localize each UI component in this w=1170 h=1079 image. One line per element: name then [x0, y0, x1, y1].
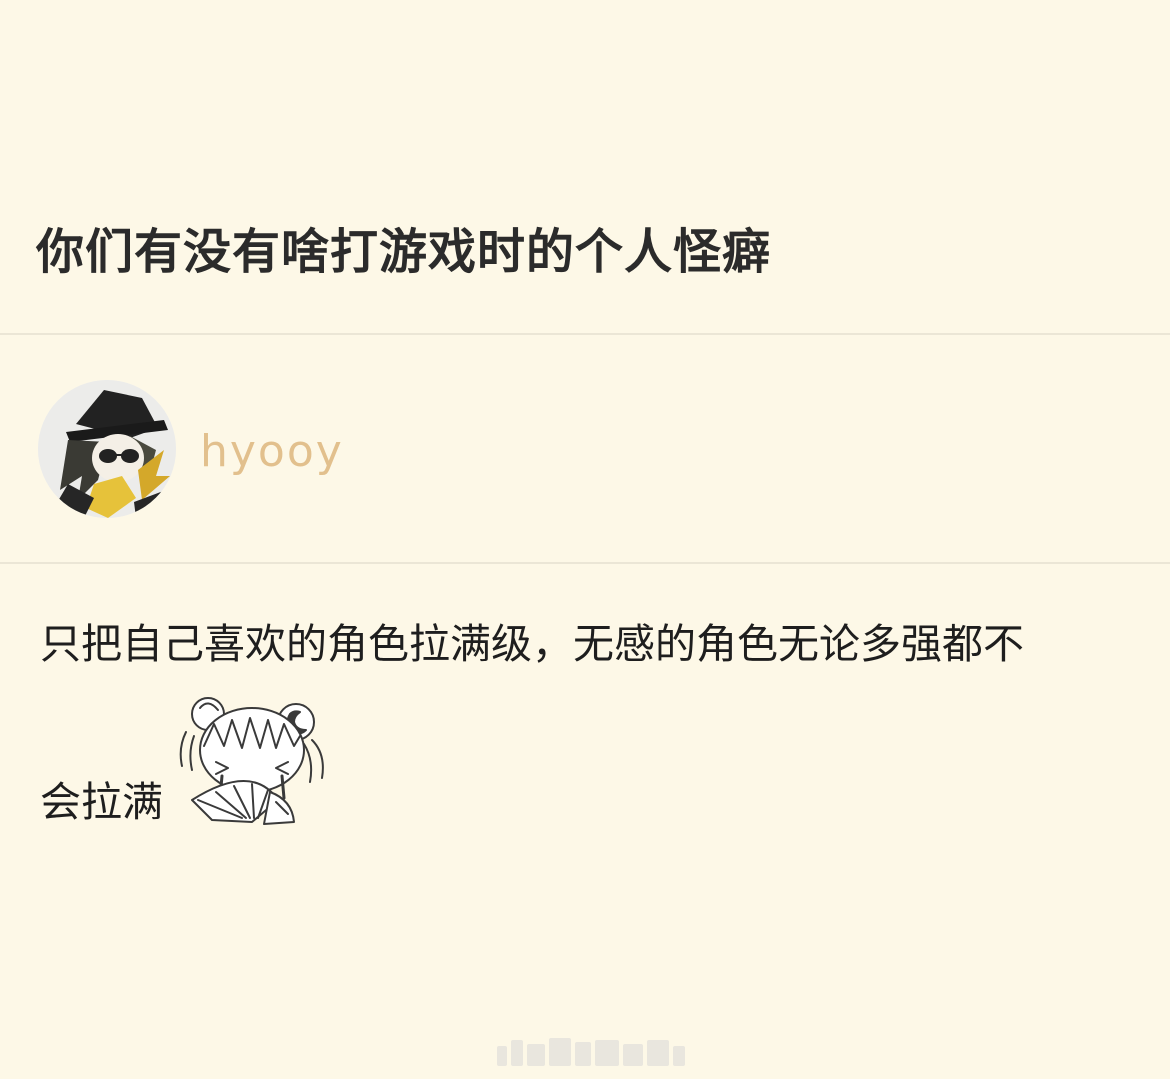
post-body-line-2: 会拉满: [40, 778, 163, 826]
author-username[interactable]: hyooy: [200, 424, 344, 480]
divider-top: [0, 333, 1170, 335]
post-body-line-1: 只把自己喜欢的角色拉满级，无感的角色无论多强都不: [40, 620, 1024, 668]
anime-character-avatar-icon: [38, 380, 176, 518]
divider-bottom: [0, 562, 1170, 564]
post-title: 你们有没有啥打游戏时的个人怪癖: [36, 224, 772, 280]
watermark-icon: [497, 1038, 685, 1066]
chibi-girl-crying-with-fan-sticker-icon: [172, 688, 328, 826]
avatar[interactable]: [38, 380, 176, 518]
